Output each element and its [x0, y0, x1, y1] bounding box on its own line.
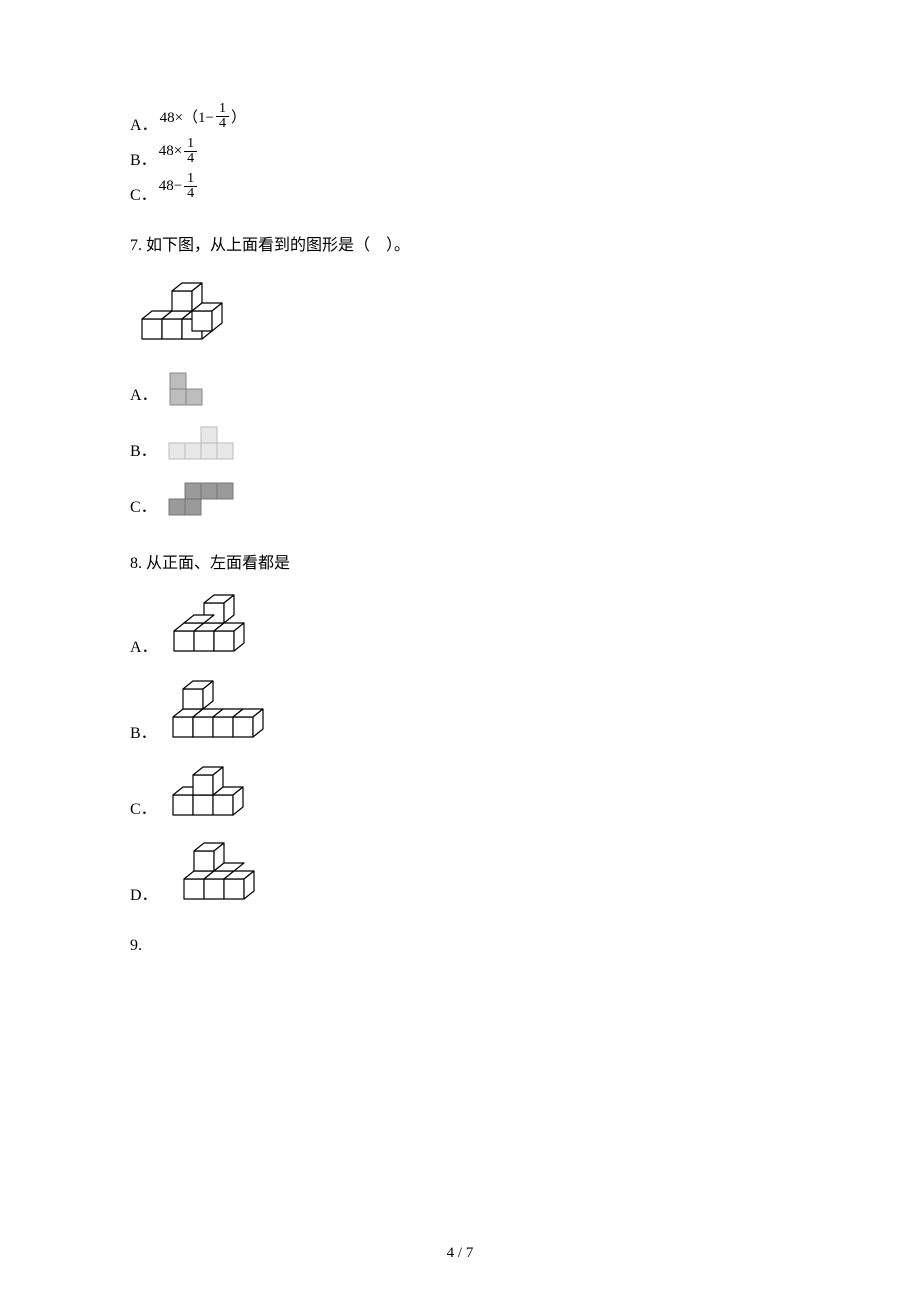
q8-option-c: C． — [130, 761, 790, 821]
option-letter: B． — [130, 719, 157, 743]
option-letter: C． — [130, 493, 157, 517]
option-letter: B． — [130, 437, 157, 461]
formula-a: 48×（1−14） — [160, 102, 246, 131]
grid-shape-icon — [164, 367, 214, 407]
page-number: 4 / 7 — [0, 1245, 920, 1262]
q8-option-d: D． — [130, 837, 790, 907]
q8-text: 从正面、左面看都是 — [146, 555, 290, 572]
grid-shape-icon — [163, 479, 243, 519]
formula-c: 48−14 — [159, 172, 199, 201]
q6-option-a: A． 48×（1−14） — [130, 102, 790, 135]
option-letter: C． — [130, 181, 157, 205]
formula-b: 48×14 — [159, 137, 199, 166]
q7-figure — [130, 269, 790, 349]
option-letter: D． — [130, 881, 158, 905]
q7-number: 7. — [130, 237, 146, 254]
q7-text: 如下图，从上面看到的图形是（ ）。 — [146, 237, 410, 254]
q7-option-c: C． — [130, 479, 790, 519]
q9-stem: 9. — [130, 937, 790, 955]
cube-figure-icon — [163, 761, 253, 821]
q6-option-b: B． 48×14 — [130, 137, 790, 170]
cube-figure-icon — [163, 675, 273, 745]
q9-number: 9. — [130, 937, 142, 954]
q6-options: A． 48×（1−14） B． 48×14 C． 48−14 — [130, 102, 790, 205]
cube-figure-icon — [130, 269, 250, 349]
q7-options: A． B． C． — [130, 367, 790, 519]
option-letter: B． — [130, 146, 157, 170]
cube-figure-icon — [164, 589, 259, 659]
q7-stem: 7. 如下图，从上面看到的图形是（ ）。 — [130, 231, 790, 255]
q8-options: A． B． — [130, 589, 790, 907]
option-letter: C． — [130, 795, 157, 819]
page-content: A． 48×（1−14） B． 48×14 C． 48−14 7. 如下图，从上… — [0, 0, 920, 1029]
q7-option-a: A． — [130, 367, 790, 407]
cube-figure-icon — [164, 837, 264, 907]
option-letter: A． — [130, 381, 158, 405]
q6-option-c: C． 48−14 — [130, 172, 790, 205]
q8-option-a: A． — [130, 589, 790, 659]
option-letter: A． — [130, 111, 158, 135]
option-letter: A． — [130, 633, 158, 657]
q7-option-b: B． — [130, 423, 790, 463]
q8-number: 8. — [130, 555, 146, 572]
q8-stem: 8. 从正面、左面看都是 — [130, 549, 790, 573]
grid-shape-icon — [163, 423, 253, 463]
q8-option-b: B． — [130, 675, 790, 745]
